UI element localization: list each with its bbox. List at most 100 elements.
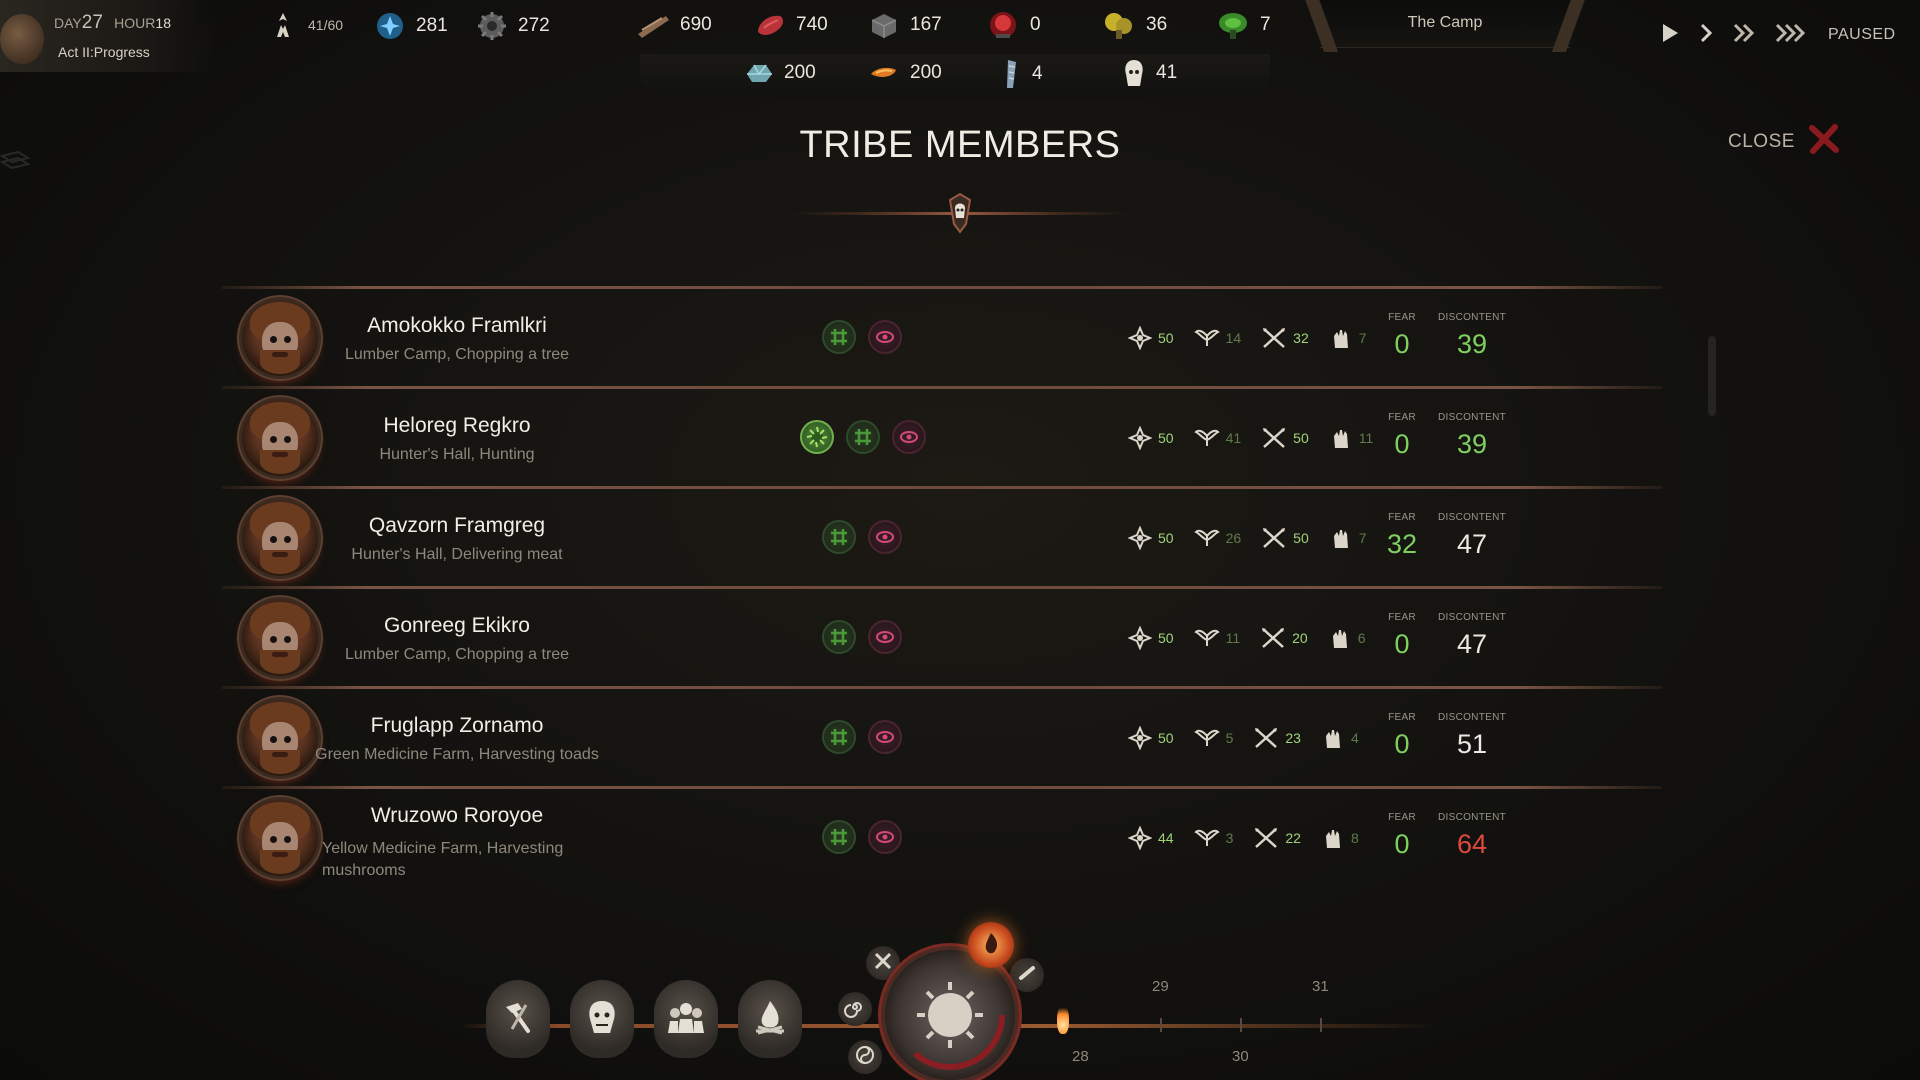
green-herb-icon: [1216, 8, 1250, 42]
resource-crystal[interactable]: 200: [744, 60, 816, 86]
speed-controls: PAUSED: [1660, 22, 1896, 48]
tribe-member-row[interactable]: Wruzowo Roroyoe Yellow Medicine Farm, Har…: [222, 788, 1662, 888]
member-stats: 50 11 20 6: [1128, 626, 1380, 650]
member-portrait[interactable]: [242, 300, 318, 376]
timeline-tick: [1160, 1018, 1162, 1032]
green-glyph-trait-icon[interactable]: [822, 620, 856, 654]
member-stat-value: 50: [1158, 730, 1174, 746]
resource-value: 272: [518, 15, 550, 36]
resource-stone[interactable]: 167: [868, 10, 942, 40]
resource-skull[interactable]: 41: [1122, 58, 1177, 88]
tribe-member-row[interactable]: Qavzorn Framgreg Hunter's Hall, Deliverin…: [222, 488, 1662, 588]
tribe-member-row[interactable]: Gonreeg Ekikro Lumber Camp, Chopping a tr…: [222, 588, 1662, 688]
green-glyph-trait-icon[interactable]: [822, 820, 856, 854]
red-orb-icon: [986, 8, 1020, 42]
resource-fire-stick[interactable]: 200: [868, 60, 942, 86]
yin-orb-button[interactable]: [848, 1040, 882, 1074]
resource-meat[interactable]: 740: [754, 10, 828, 40]
close-button[interactable]: CLOSE: [1728, 122, 1841, 161]
hammer-icon: [498, 997, 538, 1042]
wood-icon: [636, 10, 670, 40]
tribe-member-row[interactable]: Amokokko Framlkri Lumber Camp, Chopping a…: [222, 288, 1662, 388]
member-stat-value: 7: [1358, 530, 1367, 546]
green-spore-trait-icon[interactable]: [800, 420, 834, 454]
fear-metric: FEAR 0: [1382, 712, 1422, 760]
rituals-menu-button[interactable]: [738, 980, 802, 1058]
member-stat-value: 50: [1158, 630, 1174, 646]
resource-red-orb[interactable]: 0: [986, 8, 1041, 42]
green-glyph-trait-icon[interactable]: [822, 320, 856, 354]
member-portrait[interactable]: [242, 600, 318, 676]
build-menu-button[interactable]: [486, 980, 550, 1058]
member-stat-value: 3: [1225, 830, 1234, 846]
fire-orb-button[interactable]: [968, 922, 1014, 968]
wings-icon: [1193, 826, 1220, 850]
member-stats: 50 14 32 7: [1128, 326, 1381, 350]
member-stat-value: 23: [1285, 730, 1301, 746]
member-stat-value: 5: [1225, 730, 1234, 746]
timeline-tick: [1320, 1018, 1322, 1032]
discontent-metric: DISCONTENT 64: [1432, 812, 1512, 860]
discontent-label: DISCONTENT: [1438, 812, 1506, 823]
list-scrollbar[interactable]: [1708, 336, 1716, 416]
discontent-label: DISCONTENT: [1438, 312, 1506, 323]
fear-value: 0: [1394, 829, 1410, 859]
pink-eye-trait-icon[interactable]: [868, 620, 902, 654]
member-portrait[interactable]: [242, 700, 318, 776]
day-cycle-wheel[interactable]: [885, 950, 1015, 1080]
resource-gear[interactable]: 272: [476, 10, 550, 42]
member-portrait[interactable]: [242, 400, 318, 476]
play-button[interactable]: [1660, 22, 1680, 48]
resource-wood[interactable]: 690: [636, 10, 712, 40]
bones-orb-button[interactable]: [1010, 958, 1044, 992]
wings-icon: [1193, 626, 1220, 650]
tribe-menu-button[interactable]: [570, 980, 634, 1058]
green-glyph-trait-icon[interactable]: [846, 420, 880, 454]
speed-1-button[interactable]: [1698, 22, 1714, 48]
pink-eye-trait-icon[interactable]: [868, 720, 902, 754]
spiral-orb-button[interactable]: [838, 992, 872, 1026]
resource-bone-tool[interactable]: 4: [1000, 58, 1043, 90]
member-traits: [822, 720, 902, 754]
member-portrait[interactable]: [242, 500, 318, 576]
people-menu-button[interactable]: [654, 980, 718, 1058]
member-name: Qavzorn Framgreg: [368, 514, 546, 537]
speed-2-button[interactable]: [1732, 22, 1756, 48]
pink-eye-trait-icon[interactable]: [868, 320, 902, 354]
pink-eye-trait-icon[interactable]: [892, 420, 926, 454]
resource-spirit[interactable]: 281: [374, 10, 448, 42]
member-stat-value: 14: [1225, 330, 1242, 346]
member-stat-value: 6: [1357, 630, 1366, 646]
skull-icon: [1122, 58, 1146, 88]
hand-icon: [1328, 626, 1352, 650]
fear-label: FEAR: [1388, 312, 1416, 323]
resource-green-herb[interactable]: 7: [1216, 8, 1271, 42]
resource-value: 4: [1032, 63, 1043, 84]
member-portrait[interactable]: [242, 800, 318, 876]
discontent-metric: DISCONTENT 47: [1432, 612, 1512, 660]
resource-yellow-mushroom[interactable]: 36: [1102, 8, 1167, 42]
stone-icon: [868, 10, 900, 40]
green-glyph-trait-icon[interactable]: [822, 520, 856, 554]
fear-value: 0: [1394, 329, 1410, 359]
spiral-icon: [844, 996, 866, 1023]
discontent-value: 39: [1456, 329, 1488, 359]
member-job: Green Medicine Farm, Harvesting toads: [315, 746, 599, 763]
pink-eye-trait-icon[interactable]: [868, 520, 902, 554]
top-hud: DAY27 HOUR18 Act II:Progress 41/60 281 2…: [0, 0, 1920, 120]
member-stat-value: 8: [1350, 830, 1359, 846]
member-stats: 44 3 22 8: [1128, 826, 1373, 850]
speed-3-button[interactable]: [1774, 22, 1806, 48]
discontent-value: 64: [1456, 829, 1488, 859]
population-counter[interactable]: 41/60: [268, 10, 343, 40]
member-traits: [822, 820, 902, 854]
discontent-value: 39: [1456, 429, 1488, 459]
tribe-member-row[interactable]: Fruglapp Zornamo Green Medicine Farm, Har…: [222, 688, 1662, 788]
tribe-member-row[interactable]: Heloreg Regkro Hunter's Hall, Hunting 50 41…: [222, 388, 1662, 488]
pink-eye-trait-icon[interactable]: [868, 820, 902, 854]
member-traits: [822, 320, 902, 354]
close-label: CLOSE: [1728, 130, 1795, 152]
member-stat-value: 22: [1285, 830, 1301, 846]
side-log-icon[interactable]: [0, 146, 31, 181]
green-glyph-trait-icon[interactable]: [822, 720, 856, 754]
